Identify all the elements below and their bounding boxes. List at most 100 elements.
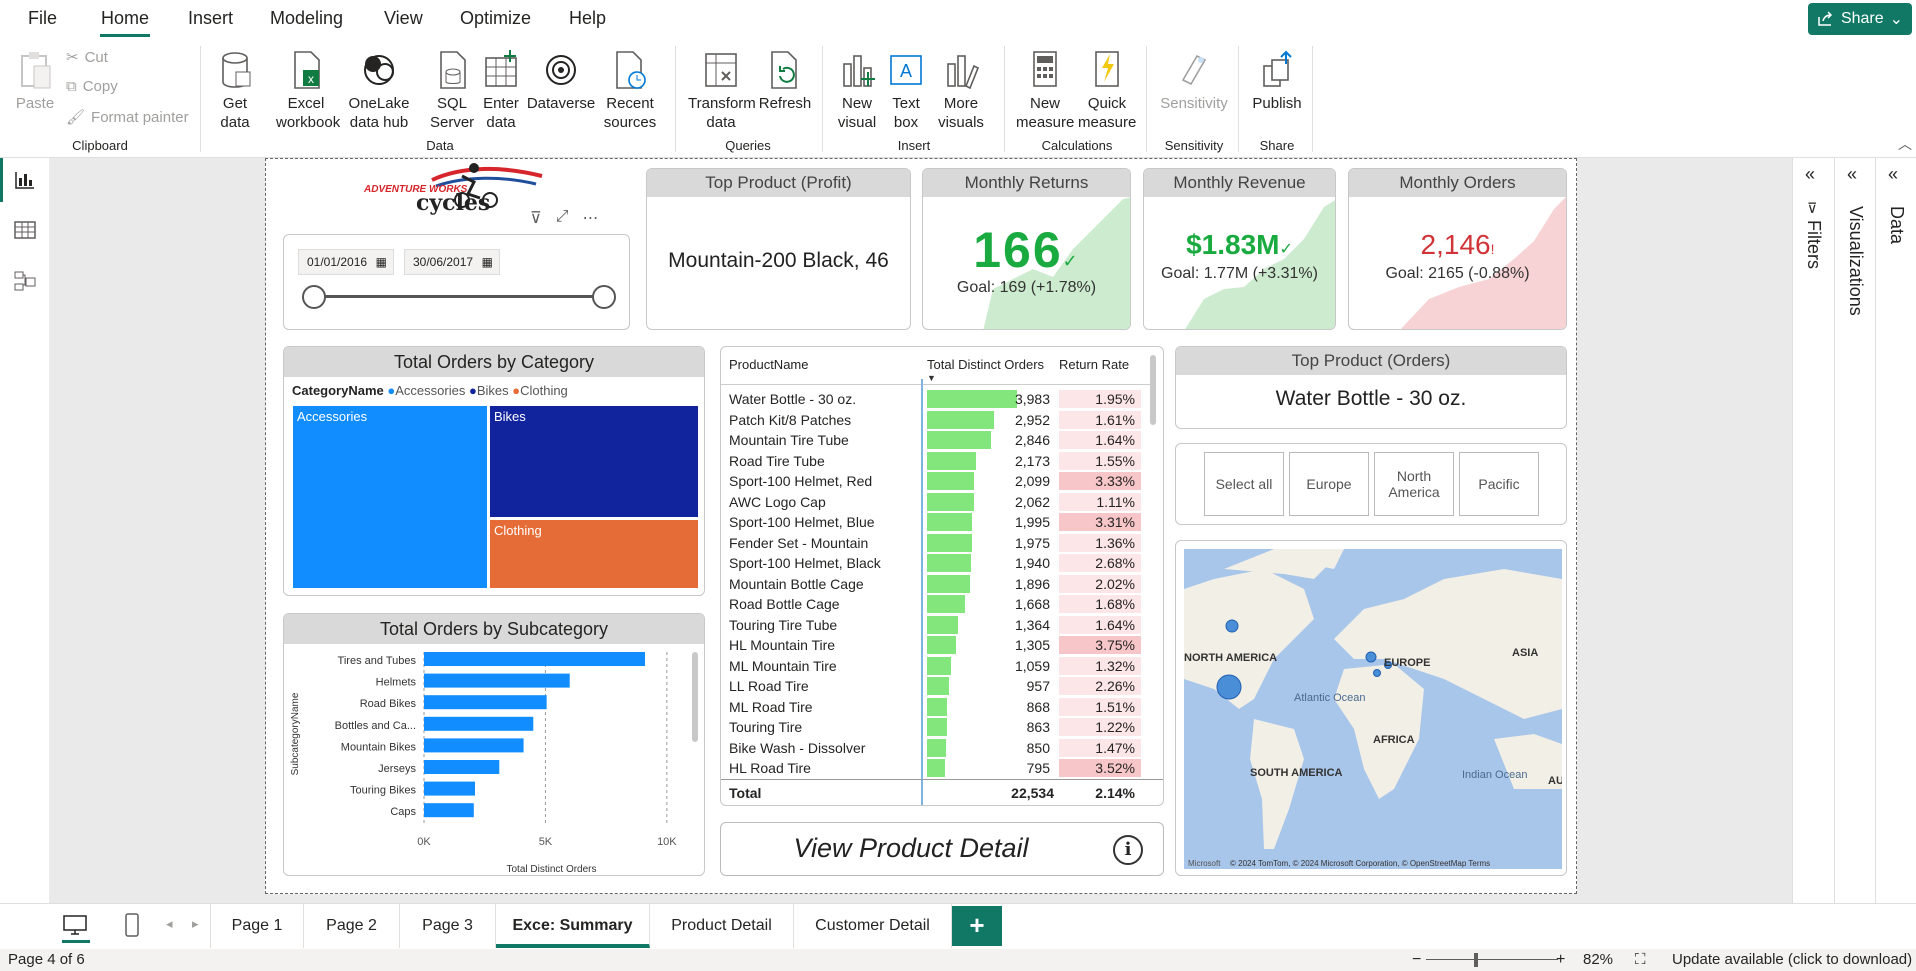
- table-row[interactable]: AWC Logo Cap 2,062 1.11%: [729, 492, 1141, 513]
- data-pane[interactable]: « Data: [1875, 158, 1916, 903]
- slicer-option-pacific[interactable]: Pacific: [1459, 452, 1539, 516]
- dataverse-button[interactable]: Dataverse: [526, 50, 596, 113]
- collapse-icon[interactable]: «: [1888, 164, 1898, 185]
- table-row[interactable]: ML Road Tire 868 1.51%: [729, 697, 1141, 718]
- filters-pane[interactable]: « ⊽ Filters: [1792, 158, 1834, 903]
- menu-help[interactable]: Help: [569, 8, 606, 29]
- sensitivity-button[interactable]: Sensitivity: [1156, 50, 1232, 113]
- sort-desc-icon[interactable]: ▼: [927, 373, 936, 383]
- filter-icon[interactable]: ⊽: [530, 208, 542, 232]
- table-row[interactable]: LL Road Tire 957 2.26%: [729, 676, 1141, 697]
- slicer-option-north-america[interactable]: North America: [1374, 452, 1454, 516]
- copy-button[interactable]: ⧉ Copy: [66, 78, 118, 95]
- desktop-layout-icon[interactable]: [62, 914, 88, 936]
- enter-data-button[interactable]: Enter data: [480, 50, 522, 132]
- paste-icon: [21, 52, 51, 89]
- menu-view[interactable]: View: [384, 8, 423, 29]
- sql-server-button[interactable]: SQL Server: [430, 50, 474, 132]
- table-row[interactable]: Mountain Tire Tube 2,846 1.64%: [729, 430, 1141, 451]
- y-category-label: Caps: [390, 806, 416, 818]
- tab-page-1[interactable]: Page 1: [210, 904, 304, 948]
- tab-page-2[interactable]: Page 2: [304, 904, 400, 948]
- table-row[interactable]: Mountain Bottle Cage 1,896 2.02%: [729, 574, 1141, 595]
- slicer-option-select-all[interactable]: Select all: [1204, 452, 1284, 516]
- table-row[interactable]: Touring Tire Tube 1,364 1.64%: [729, 615, 1141, 636]
- add-page-button[interactable]: +: [952, 906, 1002, 946]
- table-scrollbar[interactable]: [1150, 355, 1156, 425]
- view-product-detail-button[interactable]: View Product Detail i: [720, 822, 1164, 876]
- treemap-tile-accessories[interactable]: Accessories: [292, 405, 488, 589]
- slicer-option-europe[interactable]: Europe: [1289, 452, 1369, 516]
- onelake-data-hub-button[interactable]: OneLake data hub: [332, 50, 426, 132]
- zoom-slider-thumb[interactable]: [1474, 953, 1478, 967]
- fit-to-page-icon[interactable]: ⛶: [1635, 949, 1646, 971]
- menu-insert[interactable]: Insert: [188, 8, 233, 29]
- end-date-input[interactable]: 30/06/2017 ▦: [404, 249, 500, 275]
- table-row[interactable]: Touring Tire 863 1.22%: [729, 717, 1141, 738]
- tab-customer-detail[interactable]: Customer Detail: [794, 904, 952, 948]
- collapse-ribbon-icon[interactable]: ︿: [1898, 134, 1912, 154]
- transform-data-button[interactable]: Transform data: [688, 50, 756, 132]
- table-row[interactable]: Fender Set - Mountain 1,975 1.36%: [729, 533, 1141, 554]
- zoom-in-icon[interactable]: +: [1556, 949, 1565, 971]
- menu-home[interactable]: Home: [101, 8, 149, 29]
- map-label: EUROPE: [1384, 657, 1430, 669]
- new-visual-button[interactable]: New visual: [834, 50, 880, 132]
- table-row[interactable]: Water Bottle - 30 oz. 3,983 1.95%: [729, 389, 1141, 410]
- table-row[interactable]: HL Road Tire 795 3.52%: [729, 758, 1141, 779]
- more-options-icon[interactable]: ⋯: [583, 208, 599, 232]
- refresh-button[interactable]: Refresh: [758, 50, 812, 113]
- column-header-product[interactable]: ProductName: [729, 357, 808, 372]
- cut-button[interactable]: ✂ Cut: [66, 48, 108, 67]
- tab-page-3[interactable]: Page 3: [400, 904, 496, 948]
- zoom-out-icon[interactable]: −: [1412, 949, 1421, 971]
- range-end-handle[interactable]: [592, 285, 616, 309]
- get-data-button[interactable]: Get data: [214, 50, 256, 132]
- table-row[interactable]: HL Mountain Tire 1,305 3.75%: [729, 635, 1141, 656]
- treemap-tile-clothing[interactable]: Clothing: [489, 519, 699, 589]
- menu-modeling[interactable]: Modeling: [270, 8, 343, 29]
- focus-mode-icon[interactable]: ⤢: [556, 208, 569, 232]
- tab-exce-summary[interactable]: Exce: Summary: [496, 904, 650, 948]
- tab-scroll-left-icon[interactable]: ◂: [166, 916, 173, 932]
- table-view-icon[interactable]: [14, 220, 36, 240]
- menu-file[interactable]: File: [28, 8, 57, 29]
- format-painter-button[interactable]: 🖌 Format painter: [66, 108, 189, 127]
- table-row[interactable]: Bike Wash - Dissolver 850 1.47%: [729, 738, 1141, 759]
- tab-product-detail[interactable]: Product Detail: [650, 904, 794, 948]
- update-available-link[interactable]: Update available (click to download): [1672, 949, 1912, 971]
- collapse-icon[interactable]: «: [1847, 164, 1857, 185]
- more-visuals-button[interactable]: More visuals: [934, 50, 988, 132]
- zoom-slider[interactable]: [1426, 959, 1558, 960]
- visualizations-pane[interactable]: « Visualizations: [1834, 158, 1875, 903]
- table-row[interactable]: Road Tire Tube 2,173 1.55%: [729, 451, 1141, 472]
- quick-measure-button[interactable]: Quick measure: [1078, 50, 1136, 132]
- collapse-icon[interactable]: «: [1805, 164, 1815, 185]
- table-row[interactable]: Sport-100 Helmet, Blue 1,995 3.31%: [729, 512, 1141, 533]
- bar: [424, 781, 475, 796]
- legend-dot: ●: [468, 383, 477, 398]
- treemap-tile-bikes[interactable]: Bikes: [489, 405, 699, 518]
- table-row[interactable]: Road Bottle Cage 1,668 1.68%: [729, 594, 1141, 615]
- text-box-button[interactable]: A Text box: [886, 50, 926, 132]
- start-date-input[interactable]: 01/01/2016 ▦: [298, 249, 394, 275]
- model-view-icon[interactable]: [14, 270, 36, 292]
- column-header-orders[interactable]: Total Distinct Orders: [927, 357, 1044, 372]
- share-button[interactable]: Share ⌄: [1808, 3, 1912, 35]
- range-start-handle[interactable]: [302, 285, 326, 309]
- paste-button[interactable]: Paste: [14, 50, 56, 113]
- recent-sources-button[interactable]: Recent sources: [600, 50, 660, 132]
- tab-scroll-right-icon[interactable]: ▸: [192, 916, 199, 932]
- table-row[interactable]: Sport-100 Helmet, Red 2,099 3.33%: [729, 471, 1141, 492]
- world-map[interactable]: NORTH AMERICA EUROPE ASIA Atlantic Ocean…: [1184, 549, 1562, 869]
- publish-button[interactable]: Publish: [1250, 50, 1304, 113]
- table-row[interactable]: ML Mountain Tire 1,059 1.32%: [729, 656, 1141, 677]
- mobile-layout-icon[interactable]: [124, 912, 140, 938]
- table-row[interactable]: Patch Kit/8 Patches 2,952 1.61%: [729, 410, 1141, 431]
- table-row[interactable]: Sport-100 Helmet, Black 1,940 2.68%: [729, 553, 1141, 574]
- menu-optimize[interactable]: Optimize: [460, 8, 531, 29]
- column-header-return-rate[interactable]: Return Rate: [1059, 357, 1129, 372]
- excel-workbook-button[interactable]: x Excel workbook: [276, 50, 340, 132]
- new-measure-button[interactable]: New measure: [1016, 50, 1074, 132]
- report-view-icon[interactable]: [14, 170, 36, 190]
